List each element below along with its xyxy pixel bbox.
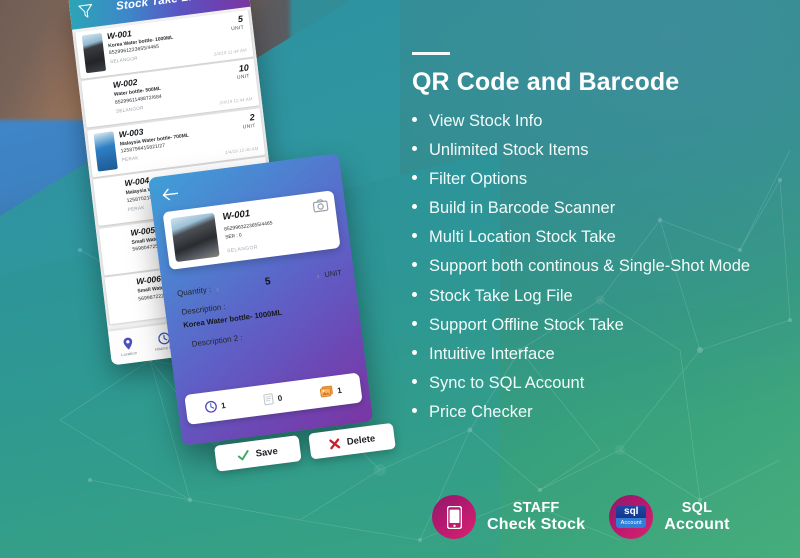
feature-label: Price Checker [429, 402, 533, 421]
feature-label: View Stock Info [429, 112, 543, 130]
list-item: Price Checker [412, 404, 792, 421]
bullet-icon [412, 117, 417, 122]
feature-label: Support Offline Stock Take [429, 315, 624, 334]
list-item: Filter Options [412, 171, 792, 188]
feature-label: Filter Options [429, 170, 528, 189]
feature-label: Support both continous & Single-Shot Mod… [429, 257, 751, 276]
item-thumbnail [93, 130, 118, 172]
mobile-phone-icon [446, 505, 462, 529]
detail-info: W-001 8529963223655/4465 SER : 0 SELANGO… [222, 201, 310, 255]
bullet-icon [412, 233, 417, 239]
search-icon[interactable] [224, 0, 242, 1]
list-item: Support Offline Stock Take [412, 317, 792, 334]
title-rule [412, 52, 450, 55]
note-icon [263, 393, 274, 406]
badge-line-2: Check Stock [487, 516, 586, 534]
bullet-icon [412, 378, 417, 384]
feature-label: Unlimited Stock Items [429, 141, 589, 160]
list-item: Build in Barcode Scanner [412, 200, 792, 217]
sql-logo-top: sql [616, 506, 647, 519]
bullet-icon [412, 291, 417, 297]
count-value: 0 [277, 393, 283, 403]
badge-staff-check-stock: STAFF Check Stock [432, 495, 585, 539]
item-photo[interactable] [170, 212, 220, 263]
row-main: W-002 Water bottle- 500ML 8529961148872/… [112, 69, 210, 119]
location-pin-icon [123, 337, 133, 350]
delete-label: Delete [346, 432, 376, 448]
nav-item-location[interactable]: Location [112, 335, 144, 358]
detail-card: W-001 8529963223655/4465 SER : 0 SELANGO… [162, 190, 341, 270]
chevron-right-icon[interactable]: › [316, 270, 320, 280]
list-item: View Stock Info [412, 113, 792, 130]
filter-funnel-icon[interactable] [77, 2, 95, 20]
quantity-unit: UNIT [323, 267, 343, 280]
feature-label: Build in Barcode Scanner [429, 199, 616, 218]
feature-label: Intuitive Interface [429, 344, 555, 363]
row-main: W-001 Korea Water bottle- 1000ML 8529961… [106, 20, 205, 70]
badge-circle: sql Account [609, 495, 654, 539]
description2-label[interactable]: Description 2 : [191, 333, 243, 349]
list-item: Stock Take Log File [412, 288, 792, 305]
nav-label: Location [120, 349, 138, 357]
clock-icon [205, 400, 218, 413]
item-timestamp: 2/4/19 11:44 AM [213, 46, 247, 57]
bullet-icon [412, 146, 417, 152]
list-item: Multi Location Stock Take [412, 229, 792, 246]
list-item: Unlimited Stock Items [412, 142, 792, 159]
row-right: 2 UNIT 1/4/19 12:40 AM [216, 112, 259, 156]
row-main: W-003 Malaysia Water bottle- 700ML 12587… [118, 118, 216, 168]
badge-text: STAFF Check Stock [487, 500, 585, 534]
item-timestamp: 1/4/19 12:40 AM [224, 145, 259, 155]
quantity-label: Quantity : [176, 284, 212, 299]
count-notes[interactable]: 0 [263, 392, 283, 406]
check-icon [238, 449, 249, 460]
detail-card-top: W-001 8529963223655/4465 SER : 0 SELANGO… [170, 198, 332, 263]
badge-line-1: SQL [681, 499, 713, 516]
feature-panel: QR Code and Barcode View Stock Info Unli… [412, 52, 792, 433]
item-thumbnail [81, 32, 107, 73]
cross-icon [329, 437, 341, 449]
feature-label: Stock Take Log File [429, 286, 573, 305]
list-item: Intuitive Interface [412, 346, 792, 363]
bullet-icon [412, 349, 417, 355]
back-arrow-icon[interactable] [161, 186, 179, 202]
count-value: 1 [336, 385, 343, 395]
badge-sql-account: sql Account SQL Account [609, 495, 729, 539]
count-photos[interactable]: 1 [320, 384, 343, 399]
save-label: Save [255, 445, 279, 460]
list-title: Stock Take List [115, 0, 204, 13]
bullet-icon [412, 204, 417, 210]
count-value: 1 [220, 400, 227, 410]
bullet-icon [412, 262, 417, 268]
feature-label: Sync to SQL Account [429, 373, 585, 392]
photos-icon [320, 385, 334, 398]
row-right: 10 UNIT 2/4/19 11:44 AM [211, 62, 253, 106]
bullet-icon [412, 175, 417, 181]
bottom-badges: STAFF Check Stock sql Account SQL Accoun… [432, 495, 730, 539]
badge-text: SQL Account [664, 500, 729, 534]
badge-line-1: STAFF [512, 499, 560, 516]
bullet-icon [412, 407, 417, 413]
phone-stock-detail: W-001 8529963223655/4465 SER : 0 SELANGO… [148, 153, 374, 446]
detail-counts-bar: 1 0 1 [184, 372, 363, 425]
item-timestamp: 2/4/19 11:44 AM [219, 96, 253, 106]
list-item: Support both continous & Single-Shot Mod… [412, 258, 792, 275]
item-location: SELANGOR [226, 244, 259, 255]
row-right: 5 UNIT 2/4/19 11:44 AM [205, 13, 247, 57]
sql-account-logo: sql Account [616, 506, 647, 528]
feature-list: View Stock Info Unlimited Stock Items Fi… [412, 113, 792, 420]
page-title: QR Code and Barcode [412, 68, 680, 96]
bullet-icon [412, 320, 417, 326]
quantity-value: 5 [264, 276, 272, 288]
badge-line-2: Account [664, 516, 730, 534]
sql-logo-bottom: Account [616, 518, 647, 528]
badge-circle [432, 495, 476, 539]
camera-icon[interactable] [312, 198, 329, 213]
count-history[interactable]: 1 [205, 399, 227, 414]
feature-label: Multi Location Stock Take [429, 228, 616, 247]
list-item: Sync to SQL Account [412, 375, 792, 392]
